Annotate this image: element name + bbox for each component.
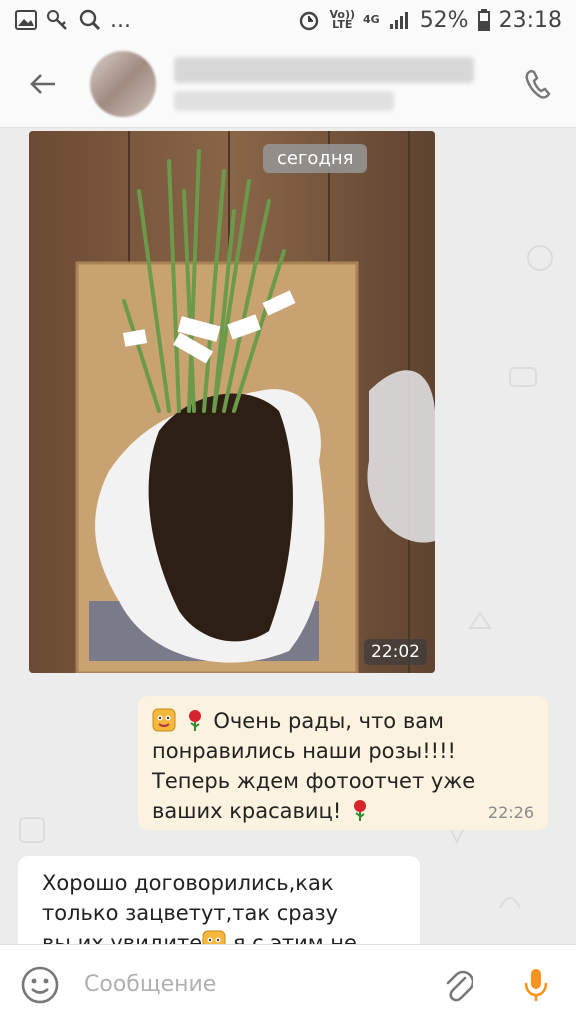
rose-emoji-icon (348, 798, 372, 822)
back-button[interactable] (18, 59, 68, 109)
outgoing-message[interactable]: Очень рады, что вам понравились наши роз… (138, 696, 548, 830)
date-chip: сегодня (263, 144, 368, 173)
incoming-line-3a: вы их увидите (42, 931, 203, 944)
status-more: ... (110, 7, 131, 33)
incoming-line-3b: я с этим не (226, 931, 357, 944)
status-right: Vo)) LTE 4G 52% 23:18 (297, 8, 562, 33)
back-arrow-icon (30, 73, 55, 94)
emoji-icon (21, 966, 59, 1003)
lte-label: LTE (332, 18, 353, 31)
call-button[interactable] (518, 64, 558, 104)
message-input-bar (0, 944, 576, 1024)
phone-icon (525, 69, 551, 99)
image-message[interactable]: сегодня 22:02 (29, 131, 435, 673)
message-input[interactable] (84, 972, 436, 997)
volte-indicator: Vo)) LTE (329, 9, 355, 31)
incoming-line-2: только зацветут,так сразу (42, 901, 339, 925)
battery-icon (477, 9, 491, 31)
incoming-message[interactable]: Хорошо договорились,как только зацветут,… (18, 856, 420, 944)
contact-avatar[interactable] (90, 50, 156, 117)
emoji-button[interactable] (18, 963, 62, 1007)
incoming-line-3: вы их увидите я с этим не (42, 928, 396, 944)
contact-status-blurred (174, 90, 394, 111)
smiley-emoji-icon (152, 708, 176, 732)
image-timestamp: 22:02 (364, 639, 427, 665)
mic-button[interactable] (514, 963, 558, 1007)
incoming-line-1: Хорошо договорились,как (42, 871, 334, 895)
alarm-icon (297, 9, 321, 31)
chat-area[interactable]: сегодня 22:02 Очень рады, что вам понрав… (0, 128, 576, 944)
rose-emoji-icon (183, 708, 207, 732)
network-type: 4G (363, 13, 380, 26)
attach-button[interactable] (436, 963, 480, 1007)
attach-icon (446, 970, 473, 1001)
outgoing-message-time: 22:26 (487, 803, 534, 822)
search-icon (78, 9, 102, 31)
key-icon (46, 9, 70, 31)
signal-icon (388, 9, 412, 31)
chat-header (0, 40, 576, 128)
gallery-icon (14, 9, 38, 31)
mic-icon (524, 968, 548, 1001)
contact-title[interactable] (174, 56, 518, 111)
contact-name-blurred (174, 56, 474, 83)
battery-percent: 52% (419, 7, 469, 33)
smiley-emoji-icon (202, 930, 226, 944)
outgoing-message-text-wrap: Очень рады, что вам понравились наши роз… (152, 706, 534, 826)
status-time: 23:18 (498, 7, 562, 33)
incoming-message-text-wrap: Хорошо договорились,как только зацветут,… (42, 868, 396, 944)
status-bar: ... Vo)) LTE 4G 52% 23:18 (0, 0, 576, 40)
roses-photo (29, 131, 435, 673)
status-left: ... (14, 8, 131, 33)
